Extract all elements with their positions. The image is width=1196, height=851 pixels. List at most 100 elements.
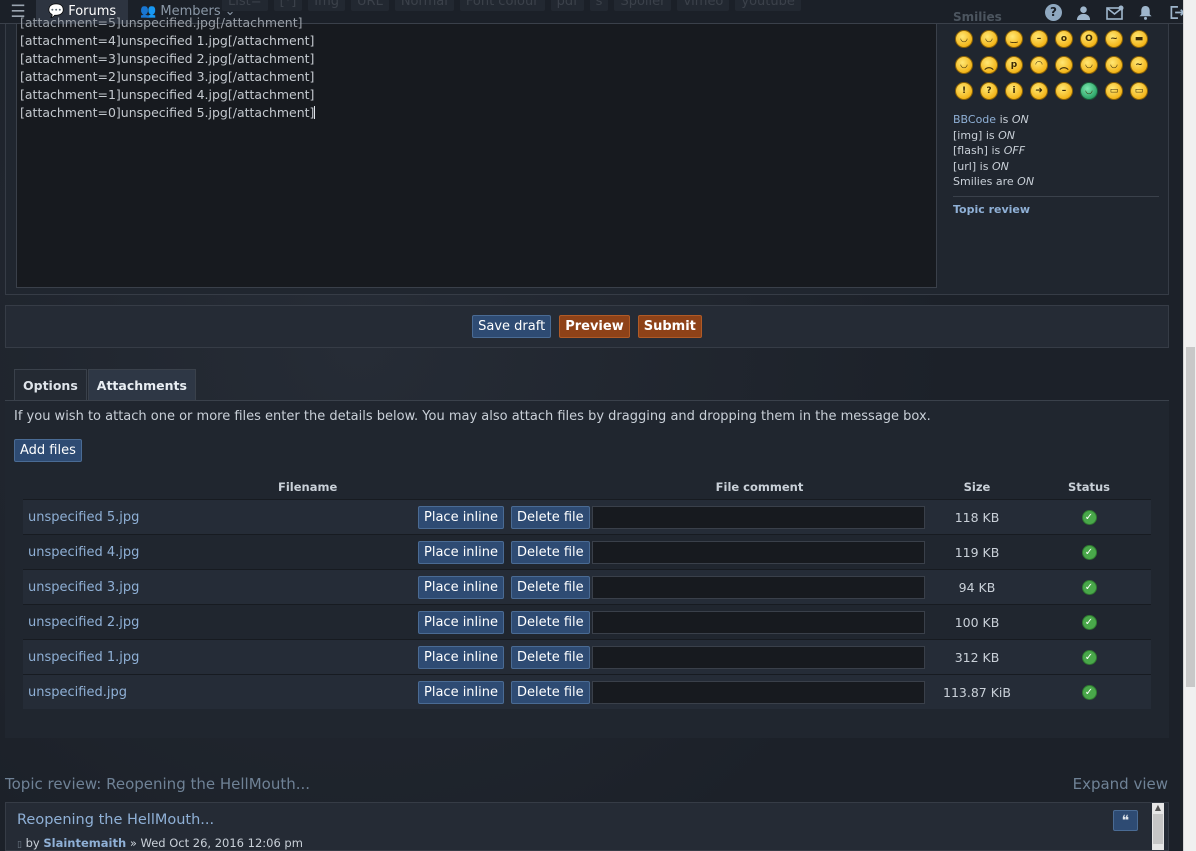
img-label: [img]	[953, 128, 983, 142]
ghost-toolbar-item: URL	[351, 0, 389, 11]
place-inline-button[interactable]: Place inline	[418, 610, 505, 634]
smiley-geek-icon[interactable]: ▭	[1105, 82, 1123, 100]
ghost-editor-toolbar: List= [*] Img URL Normal Font colour pdf…	[222, 0, 801, 11]
topic-review-link[interactable]: Topic review	[953, 202, 1161, 218]
smiley-razz-icon[interactable]: p	[1005, 56, 1023, 74]
file-comment-input[interactable]	[592, 645, 925, 669]
comment-cell	[592, 610, 927, 634]
file-size: 94 KB	[958, 579, 996, 595]
place-inline-button[interactable]: Place inline	[418, 540, 505, 564]
editor-line: [attachment=1]unspecified 4.jpg[/attachm…	[20, 87, 315, 102]
place-inline-button[interactable]: Place inline	[418, 575, 505, 599]
img-status: [img] is ON	[953, 128, 1161, 144]
status-cell: ✓	[1027, 614, 1151, 630]
smiley-evil-icon[interactable]: ◡	[1080, 56, 1098, 74]
place-inline-button[interactable]: Place inline	[418, 680, 505, 704]
smiley-oops-icon[interactable]: ◠	[1030, 56, 1048, 74]
smiley-surprised-icon[interactable]: o	[1055, 30, 1073, 48]
quote-icon[interactable]: ❝	[1113, 810, 1138, 831]
check-icon: ✓	[1081, 509, 1097, 525]
smiley-neutral-icon[interactable]: –	[1030, 30, 1048, 48]
page-scroll-thumb[interactable]	[1186, 347, 1195, 687]
bbcode-link[interactable]: BBCode	[953, 113, 996, 126]
smiley-idea-icon[interactable]: i	[1005, 82, 1023, 100]
filename-link[interactable]: unspecified 2.jpg	[23, 615, 418, 630]
smiley-green-icon[interactable]: ◡	[1080, 82, 1098, 100]
preview-button[interactable]: Preview	[559, 315, 630, 338]
file-comment-input[interactable]	[592, 505, 925, 529]
filename-link[interactable]: unspecified.jpg	[23, 685, 418, 700]
delete-file-button[interactable]: Delete file	[511, 645, 590, 669]
tab-attachments[interactable]: Attachments	[87, 369, 196, 400]
divider	[953, 195, 1159, 197]
file-comment-input[interactable]	[592, 610, 925, 634]
editor-line: [attachment=5]unspecified.jpg[/attachmen…	[20, 15, 303, 30]
smiley-exclaim-icon[interactable]: !	[955, 82, 973, 100]
smiley-twisted-icon[interactable]: ◡	[1105, 56, 1123, 74]
delete-file-button[interactable]: Delete file	[511, 505, 590, 529]
filename-link[interactable]: unspecified 5.jpg	[23, 510, 418, 525]
smilies-status: Smilies are ON	[953, 174, 1161, 190]
editor-line: [attachment=4]unspecified 1.jpg[/attachm…	[20, 33, 315, 48]
ghost-toolbar-item: List=	[222, 0, 268, 11]
topic-review-panel: Reopening the HellMouth... ▯ by Slaintem…	[5, 802, 1169, 851]
smiley-uber-geek-icon[interactable]: ▭	[1130, 82, 1148, 100]
smiley-cry-icon[interactable]: ︵	[1055, 56, 1073, 74]
delete-file-button[interactable]: Delete file	[511, 575, 590, 599]
file-comment-input[interactable]	[592, 680, 925, 704]
review-scroll-thumb[interactable]	[1153, 814, 1163, 844]
table-row: unspecified 5.jpg Place inline Delete fi…	[23, 499, 1151, 534]
flash-label: [flash]	[953, 144, 988, 157]
post-author[interactable]: Slaintemaith	[43, 836, 126, 850]
check-icon: ✓	[1081, 544, 1097, 560]
row-actions: Place inline Delete file	[418, 575, 592, 599]
smiley-cool-icon[interactable]: ▬	[1130, 30, 1148, 48]
post-icon: ▯	[17, 840, 22, 850]
check-icon: ✓	[1081, 684, 1097, 700]
smiley-wink-icon[interactable]: ‿	[1005, 30, 1023, 48]
smiley-neutral2-icon[interactable]: –	[1055, 82, 1073, 100]
check-icon: ✓	[1081, 649, 1097, 665]
row-actions: Place inline Delete file	[418, 645, 592, 669]
smiley-mad-icon[interactable]: ︵	[980, 56, 998, 74]
add-files-button[interactable]: Add files	[14, 439, 82, 462]
smiley-confused-icon[interactable]: ~	[1105, 30, 1123, 48]
file-comment-input[interactable]	[592, 575, 925, 599]
attachments-help-text: If you wish to attach one or more files …	[14, 409, 931, 424]
check-icon: ✓	[1081, 614, 1097, 630]
filename-link[interactable]: unspecified 1.jpg	[23, 650, 418, 665]
filename-link[interactable]: unspecified 3.jpg	[23, 580, 418, 595]
expand-view-link[interactable]: Expand view	[1073, 775, 1168, 793]
review-post-title[interactable]: Reopening the HellMouth...	[17, 812, 214, 828]
file-size: 113.87 KiB	[943, 684, 1011, 700]
submit-button[interactable]: Submit	[637, 315, 702, 338]
url-status: [url] is ON	[953, 159, 1161, 175]
delete-file-button[interactable]: Delete file	[511, 610, 590, 634]
ghost-toolbar-item: Spoiler	[614, 0, 672, 11]
file-comment-input[interactable]	[592, 540, 925, 564]
delete-file-button[interactable]: Delete file	[511, 680, 590, 704]
table-row: unspecified 3.jpg Place inline Delete fi…	[23, 569, 1151, 604]
scroll-up-arrow-icon[interactable]: ▲	[1152, 803, 1164, 812]
review-scrollbar[interactable]: ▲	[1152, 803, 1164, 850]
place-inline-button[interactable]: Place inline	[418, 505, 505, 529]
ghost-toolbar-item: vimeo	[677, 0, 730, 11]
by-word: by	[25, 836, 40, 850]
page-scrollbar[interactable]	[1183, 0, 1196, 851]
tab-options[interactable]: Options	[14, 369, 87, 400]
smiley-rolleyes-icon[interactable]: ∼	[1130, 56, 1148, 74]
message-textarea[interactable]: [attachment=5]unspecified.jpg[/attachmen…	[16, 15, 937, 288]
smiley-laugh-icon[interactable]: ◡	[955, 30, 973, 48]
attachments-table: Filename File comment Size Status unspec…	[23, 475, 1151, 709]
smiley-eek-icon[interactable]: O	[1080, 30, 1098, 48]
place-inline-button[interactable]: Place inline	[418, 645, 505, 669]
filename-link[interactable]: unspecified 4.jpg	[23, 545, 418, 560]
smiley-lol-icon[interactable]: ◡	[955, 56, 973, 74]
smiley-arrow-icon[interactable]: ➜	[1030, 82, 1048, 100]
smiley-question-icon[interactable]: ?	[980, 82, 998, 100]
delete-file-button[interactable]: Delete file	[511, 540, 590, 564]
smiley-grin-icon[interactable]: ◡	[980, 30, 998, 48]
save-draft-button[interactable]: Save draft	[472, 315, 552, 338]
editor-line-last: [attachment=0]unspecified 5.jpg[/attachm…	[20, 104, 933, 122]
review-post-meta: ▯ by Slaintemaith » Wed Oct 26, 2016 12:…	[17, 836, 303, 850]
